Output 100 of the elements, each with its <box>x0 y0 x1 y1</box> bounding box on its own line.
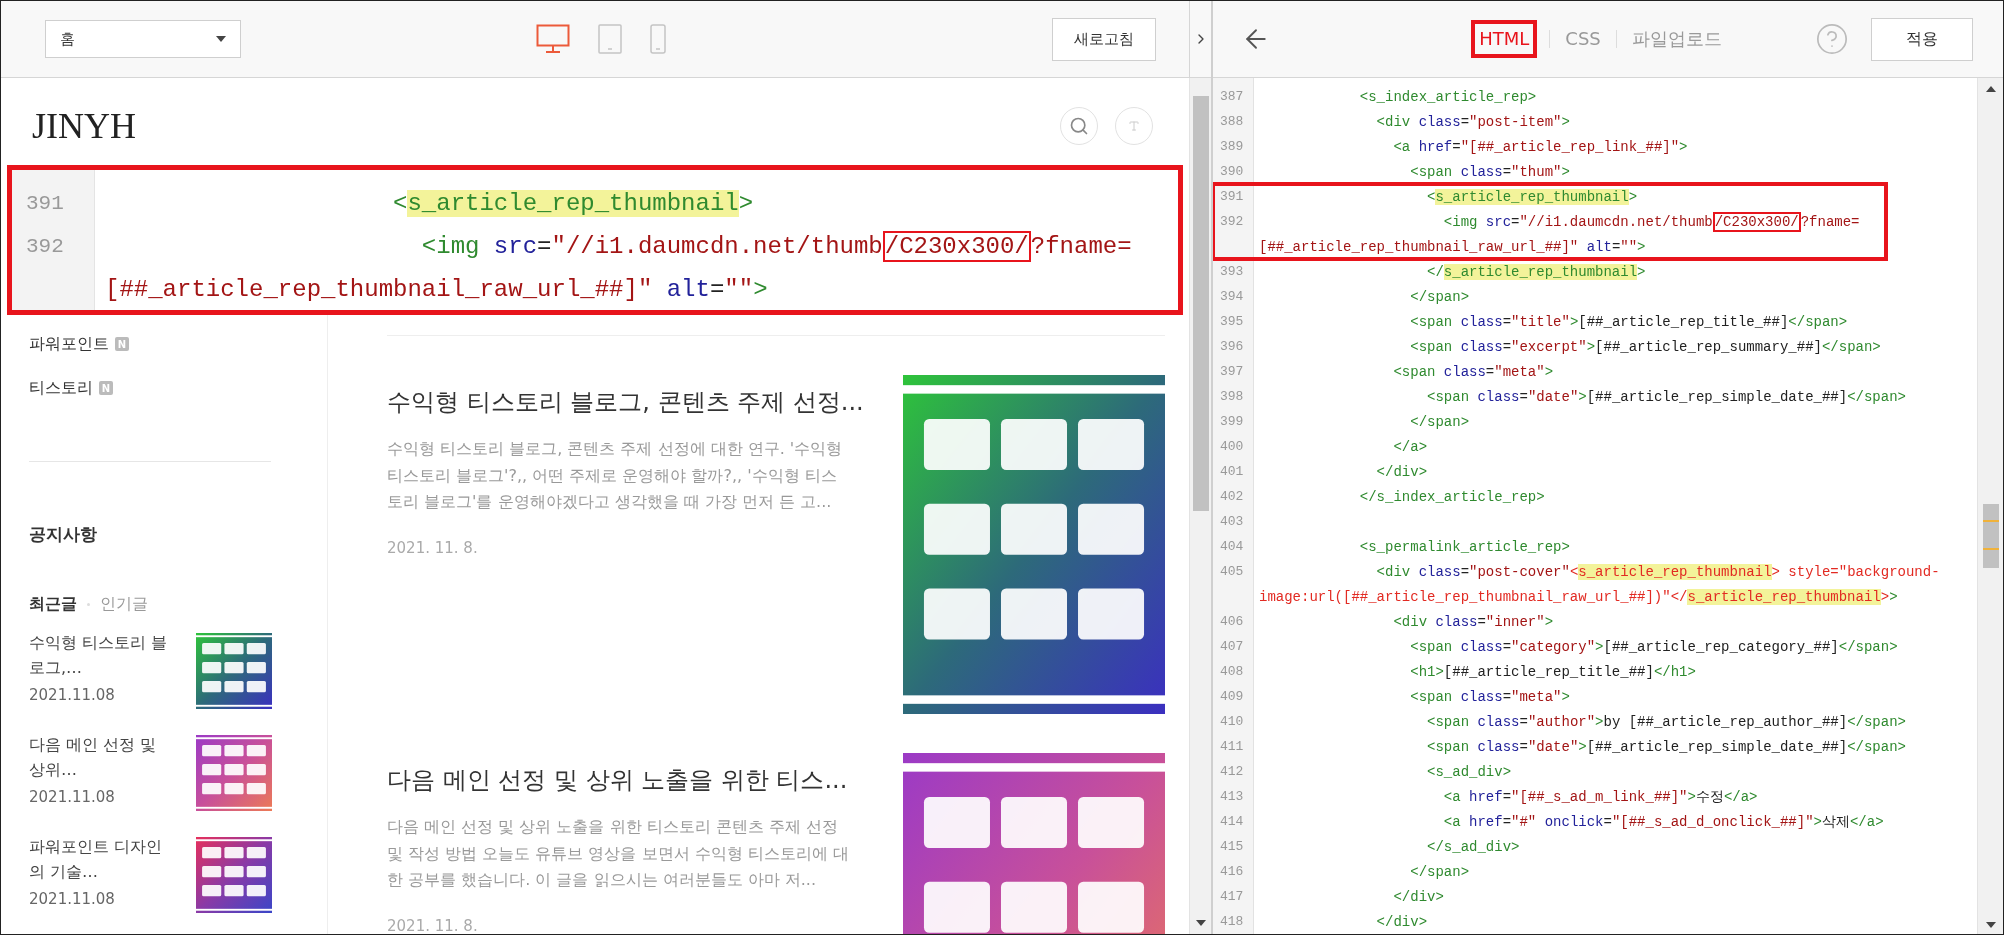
code-text: </div> <box>1392 888 1444 905</box>
post-excerpt: 수익형 티스토리 블로그, 콘텐츠 주제 선정에 대한 연구. '수익형 티스토리 블로그'?,, 어떤 주제로 운영해야 할까?,, '수익형 티스토리 블로그'를 운영해야겠다고 생각했을 때 가장 먼저 든 고... <box>387 438 844 513</box>
post-excerpt: 다음 메인 선정 및 상위 노출을 위한 티스토리 콘텐츠 주제 선정 및 작성 방법 오늘도 유튜브 영상을 보면서 수익형 티스토리에 대한 공부를 했습니다. 이 글을 읽으시는 여러분들도 아마 저... <box>387 816 850 891</box>
code-text: <s_article_rep_thumbnail> <box>392 190 754 217</box>
line-number: 399 <box>1219 414 1244 429</box>
new-badge: N <box>99 381 113 395</box>
category-link[interactable]: 티스토리 <box>29 377 93 399</box>
code-text: </s_article_rep_thumbnail> <box>1426 263 1646 280</box>
scrollbar-thumb[interactable] <box>1192 96 1209 511</box>
code-text: <h1>[##_article_rep_title_##]</h1> <box>1409 663 1696 680</box>
list-tab[interactable]: 최근글 <box>29 592 77 616</box>
editor-tab[interactable]: HTML <box>1476 26 1533 52</box>
code-text: <a href="[##_article_rep_link_##]"> <box>1392 138 1688 155</box>
code-text: <div class="post-item"> <box>1375 113 1570 130</box>
category-link[interactable]: 파워포인트 <box>29 333 109 355</box>
code-text: <span class="meta"> <box>1392 363 1554 380</box>
new-badge: N <box>115 337 129 351</box>
line-number: 396 <box>1219 339 1244 354</box>
post-title[interactable]: 수익형 티스토리 블로그, 콘텐츠 주제 선정... <box>387 385 877 419</box>
code-text: <span class="date">[##_article_rep_simple_date_##]</span> <box>1426 388 1906 405</box>
line-number: 394 <box>1219 289 1244 304</box>
code-text: <span class="category">[##_article_rep_category_##]</span> <box>1409 638 1898 655</box>
scroll-down-icon <box>1195 920 1206 926</box>
type-icon <box>1128 119 1140 132</box>
code-text: <img src="//i1.daumcdn.net/thumb/C230x300/?fname= <box>1442 213 1860 230</box>
line-number: 391 <box>1219 189 1244 204</box>
line-number: 416 <box>1219 864 1244 879</box>
code-text: <span class="excerpt">[##_article_rep_summary_##]</span> <box>1409 338 1881 355</box>
code-text: </span> <box>1409 413 1470 430</box>
desktop-icon[interactable] <box>535 24 570 54</box>
blog-title: JINYH <box>32 104 136 147</box>
caret-icon <box>216 36 226 42</box>
post-date: 2021. 11. 8. <box>387 915 479 934</box>
line-number: 405 <box>1219 564 1244 579</box>
post-title[interactable]: 다음 메인 선정 및 상위 노출을 위한 티스... <box>387 763 877 797</box>
line-number: 412 <box>1219 764 1244 779</box>
help-icon[interactable] <box>1815 22 1849 56</box>
recent-post-title[interactable]: 다음 메인 선정 및 상위… <box>29 732 174 782</box>
line-number: 413 <box>1219 789 1244 804</box>
line-number: 414 <box>1219 814 1244 829</box>
code-text: <img src="//i1.daumcdn.net/thumb/C230x300/?fname= <box>420 233 1132 260</box>
line-number: 404 <box>1219 539 1244 554</box>
code-text: <a href="#" onclick="[##_s_ad_d_onclick_##]">삭제</a> <box>1442 812 1884 831</box>
recent-post-date: 2021.11.08 <box>29 787 116 807</box>
scrollbar-thumb[interactable] <box>1982 504 1999 568</box>
recent-post-title[interactable]: 수익형 티스토리 블로그,… <box>29 630 174 680</box>
line-number: 401 <box>1219 464 1244 479</box>
line-number: 410 <box>1219 714 1244 729</box>
line-number: 402 <box>1219 489 1244 504</box>
code-text: <s_article_rep_thumbnail> <box>1426 188 1638 205</box>
code-text: </a> <box>1392 438 1428 455</box>
font-button[interactable] <box>1115 106 1153 145</box>
code-text: <span class="title">[##_article_rep_title_##]</span> <box>1409 313 1848 330</box>
post-date: 2021. 11. 8. <box>387 537 479 558</box>
line-number: 387 <box>1219 89 1244 104</box>
notice-heading: 공지사항 <box>29 523 98 546</box>
refresh-button[interactable]: 새로고침 <box>1052 17 1156 61</box>
code-text: </s_index_article_rep> <box>1358 488 1545 505</box>
recent-post-title[interactable]: 파워포인트 디자인의 기술… <box>29 834 174 884</box>
line-number: 400 <box>1219 439 1244 454</box>
scroll-up-icon[interactable] <box>1985 86 1996 92</box>
line-number: 393 <box>1219 264 1244 279</box>
line-number: 390 <box>1219 164 1244 179</box>
line-number: 415 <box>1219 839 1244 854</box>
code-text: </div> <box>1375 463 1428 480</box>
code-text: </span> <box>1409 863 1470 880</box>
code-text: <div class="post-cover"<s_article_rep_thumbnail> style="background- <box>1375 563 1940 580</box>
code-text: <s_index_article_rep> <box>1358 88 1537 105</box>
code-text: <span class="thum"> <box>1409 163 1570 180</box>
line-number: 408 <box>1219 664 1244 679</box>
code-text: </span> <box>1409 288 1470 305</box>
line-number: 411 <box>1219 739 1244 754</box>
line-number: 389 <box>1219 139 1244 154</box>
recent-post-date: 2021.11.08 <box>29 685 116 705</box>
scroll-down-icon <box>1985 922 1996 928</box>
apply-button[interactable]: 적용 <box>1871 17 1973 61</box>
code-text: <span class="author">by [##_article_rep_author_##]</span> <box>1426 713 1906 730</box>
line-number: 403 <box>1219 514 1244 529</box>
recent-post-date: 2021.11.08 <box>29 889 116 909</box>
line-number: 391 <box>25 192 64 215</box>
code-text: [##_article_rep_thumbnail_raw_url_##]" alt=""> <box>105 276 768 303</box>
line-number: 418 <box>1219 914 1244 929</box>
code-text: <span class="date">[##_article_rep_simple_date_##]</span> <box>1426 738 1906 755</box>
line-number: 398 <box>1219 389 1244 404</box>
code-text: <div class="inner"> <box>1392 613 1554 630</box>
page-select[interactable]: 홈 <box>45 20 241 58</box>
code-text: </div> <box>1375 913 1428 930</box>
code-text: <span class="meta"> <box>1409 688 1570 705</box>
code-text: image:url([##_article_rep_thumbnail_raw_url_##])"</s_article_rep_thumbnail>> <box>1259 588 1898 605</box>
line-number: 397 <box>1219 364 1244 379</box>
code-text: </s_ad_div> <box>1426 838 1520 855</box>
phone-icon[interactable] <box>649 24 666 54</box>
line-number: 395 <box>1219 314 1244 329</box>
line-number: 392 <box>1219 214 1244 229</box>
code-text: <a href="[##_s_ad_m_link_##]">수정</a> <box>1442 787 1758 806</box>
code-text: [##_article_rep_thumbnail_raw_url_##]" alt=""> <box>1259 238 1646 255</box>
line-number: 388 <box>1219 114 1244 129</box>
tablet-icon[interactable] <box>597 24 622 54</box>
search-button[interactable] <box>1060 106 1098 145</box>
line-number: 406 <box>1219 614 1244 629</box>
